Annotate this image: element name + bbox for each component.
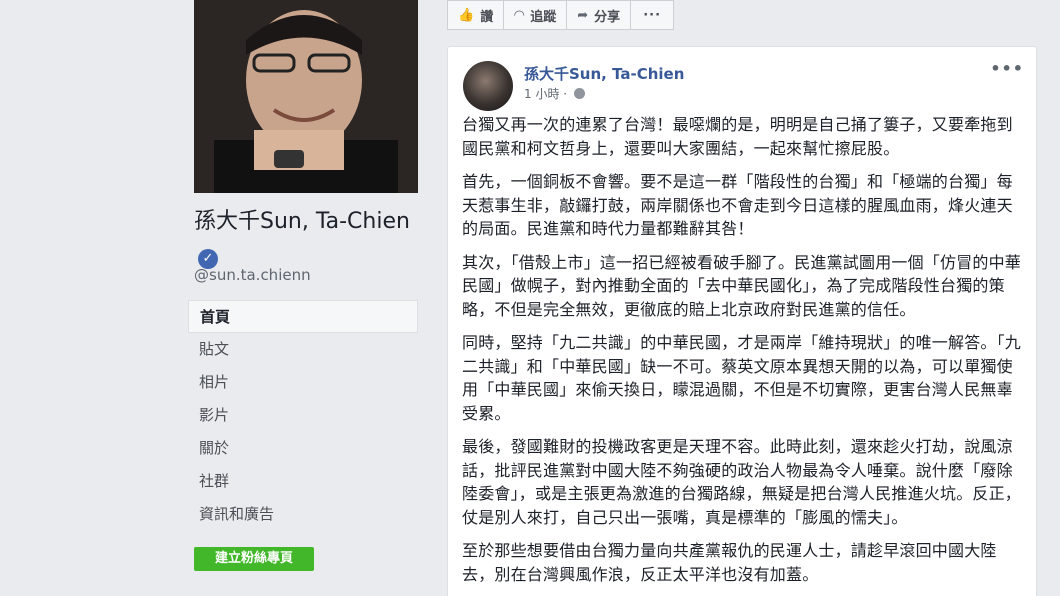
create-page-button[interactable]: 建立粉絲專頁 <box>194 547 314 571</box>
nav-item-posts[interactable]: 貼文 <box>188 333 418 366</box>
post-meta: 1 小時 · <box>524 85 585 102</box>
share-label: 分享 <box>594 9 621 25</box>
nav-item-about[interactable]: 關於 <box>188 432 418 465</box>
post-paragraph: 同時，堅持「九二共識」的中華民國，才是兩岸「維持現狀」的唯一解答。「九二共識」和… <box>462 333 1022 423</box>
profile-photo[interactable] <box>194 0 418 193</box>
page-action-bar: 👍 讚 ◠ 追蹤 ➦ 分享 ··· <box>447 0 675 30</box>
profile-photo-image <box>194 0 418 193</box>
author-avatar[interactable] <box>463 61 513 111</box>
thumbs-up-icon: 👍 <box>458 7 475 23</box>
post-timestamp[interactable]: 1 小時 · <box>524 87 571 101</box>
like-label: 讚 <box>480 9 494 25</box>
globe-icon <box>573 88 585 99</box>
follow-button[interactable]: ◠ 追蹤 <box>503 0 568 30</box>
follow-label: 追蹤 <box>530 9 557 25</box>
like-button[interactable]: 👍 讚 <box>447 0 505 30</box>
post-paragraph: 台獨又再一次的連累了台灣！最噁爛的是，明明是自己捅了簍子，又要牽拖到國民黨和柯文… <box>462 115 1013 158</box>
post-card: 孫大千Sun, Ta-Chien 1 小時 · ••• 台獨又再一次的連累了台灣… <box>447 46 1037 596</box>
share-button[interactable]: ➦ 分享 <box>566 0 632 30</box>
more-options-button[interactable]: ··· <box>630 0 675 30</box>
nav-item-videos[interactable]: 影片 <box>188 399 418 432</box>
share-arrow-icon: ➦ <box>577 7 589 23</box>
post-paragraph: 其次，「借殼上市」這一招已經被看破手腳了。民進黨試圖用一個「仿冒的中華民國」做幌… <box>462 252 1022 319</box>
post-body: 台獨又再一次的連累了台灣！最噁爛的是，明明是自己捅了簍子，又要牽拖到國民黨和柯文… <box>462 113 1024 596</box>
nav-item-info-and-ads[interactable]: 資訊和廣告 <box>188 498 418 531</box>
nav-item-home[interactable]: 首頁 <box>188 300 418 333</box>
sidebar-nav: 首頁 貼文 相片 影片 關於 社群 資訊和廣告 <box>188 300 418 531</box>
post-paragraph: 最後，發國難財的投機政客更是天理不容。此時此刻，還來趁火打劫，說風涼話，批評民進… <box>462 437 1022 527</box>
post-paragraph: 首先，一個銅板不會響。要不是這一群「階段性的台獨」和「極端的台獨」每天惹事生非，… <box>462 172 1013 238</box>
page-handle[interactable]: @sun.ta.chienn <box>194 266 311 284</box>
page-title: 孫大千Sun, Ta-Chien✓ <box>194 206 418 270</box>
page-name-text: 孫大千Sun, Ta-Chien <box>194 209 410 234</box>
post-options-button[interactable]: ••• <box>990 59 1024 78</box>
rss-icon: ◠ <box>514 7 525 23</box>
nav-item-photos[interactable]: 相片 <box>188 366 418 399</box>
post-paragraph: 至於那些想要借由台獨力量向共產黨報仇的民運人士，請趁早滾回中國大陸去，別在台灣興… <box>462 541 997 584</box>
nav-item-community[interactable]: 社群 <box>188 465 418 498</box>
post-author[interactable]: 孫大千Sun, Ta-Chien <box>524 63 684 84</box>
